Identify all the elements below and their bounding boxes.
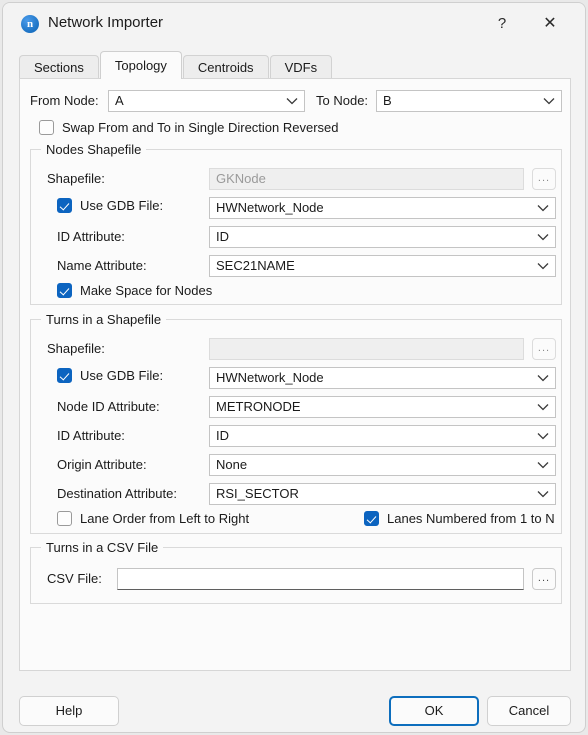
checkbox-box <box>57 511 72 526</box>
nodes-name-attribute-value: SEC21NAME <box>216 258 295 273</box>
nodes-shapefile-value: GKNode <box>216 171 266 186</box>
tab-sections[interactable]: Sections <box>19 55 99 79</box>
close-icon[interactable]: ✕ <box>535 11 565 37</box>
lanes-numbered-checkbox[interactable]: Lanes Numbered from 1 to N <box>364 511 555 526</box>
nodes-gdb-value: HWNetwork_Node <box>216 200 324 215</box>
lane-order-label: Lane Order from Left to Right <box>80 511 250 526</box>
turns-shapefile-label: Shapefile: <box>47 341 105 356</box>
network-importer-dialog: n Network Importer ? ✕ Sections Topology… <box>2 2 586 733</box>
title-bar: n Network Importer ? ✕ <box>3 3 585 45</box>
to-node-value: B <box>383 93 392 108</box>
nodes-name-attribute-select[interactable]: SEC21NAME <box>209 255 556 277</box>
chevron-down-icon <box>537 484 549 504</box>
checkbox-box <box>57 368 72 383</box>
nodes-shapefile-browse-button[interactable]: ... <box>532 168 556 190</box>
tab-topology[interactable]: Topology <box>99 51 182 79</box>
turns-node-id-attribute-value: METRONODE <box>216 399 301 414</box>
checkbox-box <box>57 283 72 298</box>
chevron-down-icon <box>537 256 549 276</box>
turns-shapefile-browse-button[interactable]: ... <box>532 338 556 360</box>
checkbox-box <box>39 120 54 135</box>
help-icon[interactable]: ? <box>487 11 517 37</box>
chevron-down-icon <box>537 397 549 417</box>
chevron-down-icon <box>286 91 298 111</box>
make-space-for-nodes-label: Make Space for Nodes <box>80 283 213 298</box>
checkbox-box <box>57 198 72 213</box>
turns-gdb-value: HWNetwork_Node <box>216 370 324 385</box>
tab-vdfs[interactable]: VDFs <box>269 55 333 79</box>
nodes-shapefile-group: Nodes Shapefile Shapefile: GKNode ... Us… <box>30 142 562 305</box>
tab-centroids[interactable]: Centroids <box>182 55 269 79</box>
cancel-button[interactable]: Cancel <box>487 696 571 726</box>
turns-origin-attribute-label: Origin Attribute: <box>57 457 147 472</box>
chevron-down-icon <box>537 455 549 475</box>
network-importer-icon: n <box>21 15 39 33</box>
turns-id-attribute-select[interactable]: ID <box>209 425 556 447</box>
turns-id-attribute-value: ID <box>216 428 229 443</box>
nodes-id-attribute-select[interactable]: ID <box>209 226 556 248</box>
turns-id-attribute-label: ID Attribute: <box>57 428 125 443</box>
turns-gdb-select[interactable]: HWNetwork_Node <box>209 367 556 389</box>
make-space-for-nodes-checkbox[interactable]: Make Space for Nodes <box>57 283 212 298</box>
turns-shapefile-title: Turns in a Shapefile <box>41 312 167 327</box>
topology-panel: From Node: A To Node: B Swap From and To… <box>19 78 571 671</box>
to-node-label: To Node: <box>316 93 369 108</box>
turns-shapefile-input <box>209 338 524 360</box>
turns-origin-attribute-select[interactable]: None <box>209 454 556 476</box>
nodes-shapefile-label: Shapefile: <box>47 171 105 186</box>
turns-csv-title: Turns in a CSV File <box>41 540 164 555</box>
turns-node-id-attribute-label: Node ID Attribute: <box>57 399 160 414</box>
turns-destination-attribute-select[interactable]: RSI_SECTOR <box>209 483 556 505</box>
nodes-use-gdb-checkbox[interactable]: Use GDB File: <box>57 198 163 213</box>
lanes-numbered-label: Lanes Numbered from 1 to N <box>387 511 555 526</box>
nodes-name-attribute-label: Name Attribute: <box>57 258 147 273</box>
lane-order-checkbox[interactable]: Lane Order from Left to Right <box>57 511 249 526</box>
from-node-value: A <box>115 93 124 108</box>
chevron-down-icon <box>537 227 549 247</box>
turns-shapefile-group: Turns in a Shapefile Shapefile: ... Use … <box>30 312 562 534</box>
nodes-id-attribute-value: ID <box>216 229 229 244</box>
turns-use-gdb-label: Use GDB File: <box>80 368 164 383</box>
from-node-label: From Node: <box>30 93 99 108</box>
chevron-down-icon <box>543 91 555 111</box>
csv-file-input[interactable] <box>117 568 524 590</box>
turns-use-gdb-checkbox[interactable]: Use GDB File: <box>57 368 163 383</box>
nodes-shapefile-title: Nodes Shapefile <box>41 142 147 157</box>
turns-csv-group: Turns in a CSV File CSV File: ... <box>30 540 562 604</box>
nodes-id-attribute-label: ID Attribute: <box>57 229 125 244</box>
checkbox-box <box>364 511 379 526</box>
swap-direction-checkbox[interactable]: Swap From and To in Single Direction Rev… <box>39 120 339 135</box>
from-node-select[interactable]: A <box>108 90 305 112</box>
nodes-use-gdb-label: Use GDB File: <box>80 198 164 213</box>
chevron-down-icon <box>537 368 549 388</box>
chevron-down-icon <box>537 198 549 218</box>
turns-node-id-attribute-select[interactable]: METRONODE <box>209 396 556 418</box>
to-node-select[interactable]: B <box>376 90 562 112</box>
nodes-gdb-select[interactable]: HWNetwork_Node <box>209 197 556 219</box>
chevron-down-icon <box>537 426 549 446</box>
help-button[interactable]: Help <box>19 696 119 726</box>
turns-destination-attribute-label: Destination Attribute: <box>57 486 177 501</box>
csv-file-label: CSV File: <box>47 571 102 586</box>
turns-destination-attribute-value: RSI_SECTOR <box>216 486 299 501</box>
csv-file-browse-button[interactable]: ... <box>532 568 556 590</box>
window-title: Network Importer <box>48 14 164 31</box>
turns-origin-attribute-value: None <box>216 457 248 472</box>
nodes-shapefile-input: GKNode <box>209 168 524 190</box>
ok-button[interactable]: OK <box>389 696 479 726</box>
swap-direction-label: Swap From and To in Single Direction Rev… <box>62 120 339 135</box>
tab-bar: Sections Topology Centroids VDFs <box>19 51 333 79</box>
